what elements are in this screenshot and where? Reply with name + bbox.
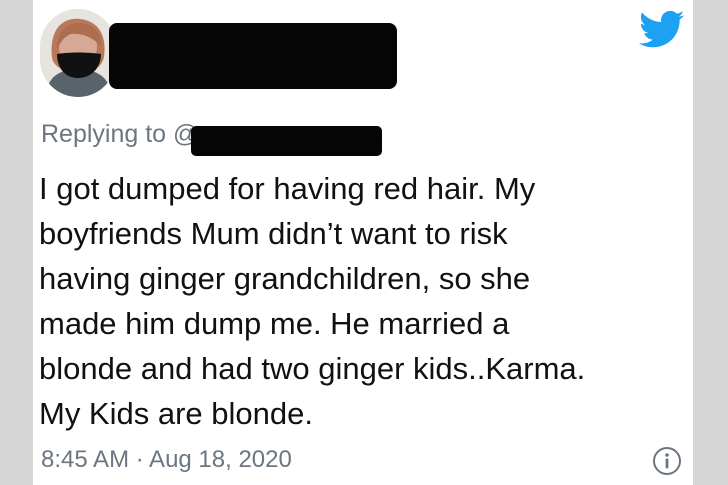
redacted-handle: [191, 126, 382, 156]
avatar[interactable]: [40, 9, 116, 97]
avatar-photo: [40, 9, 116, 97]
tweet-card: Replying to @ I got dumped for having re…: [33, 0, 693, 485]
tweet-timestamp[interactable]: 8:45 AM · Aug 18, 2020: [41, 444, 292, 476]
replying-to-label: Replying to: [41, 120, 167, 148]
replying-to: Replying to @: [41, 119, 198, 149]
twitter-bird-icon: [639, 10, 685, 48]
redacted-display-name: [109, 23, 397, 89]
info-icon[interactable]: [652, 446, 682, 476]
tweet-text: I got dumped for having red hair. My boy…: [39, 171, 586, 431]
